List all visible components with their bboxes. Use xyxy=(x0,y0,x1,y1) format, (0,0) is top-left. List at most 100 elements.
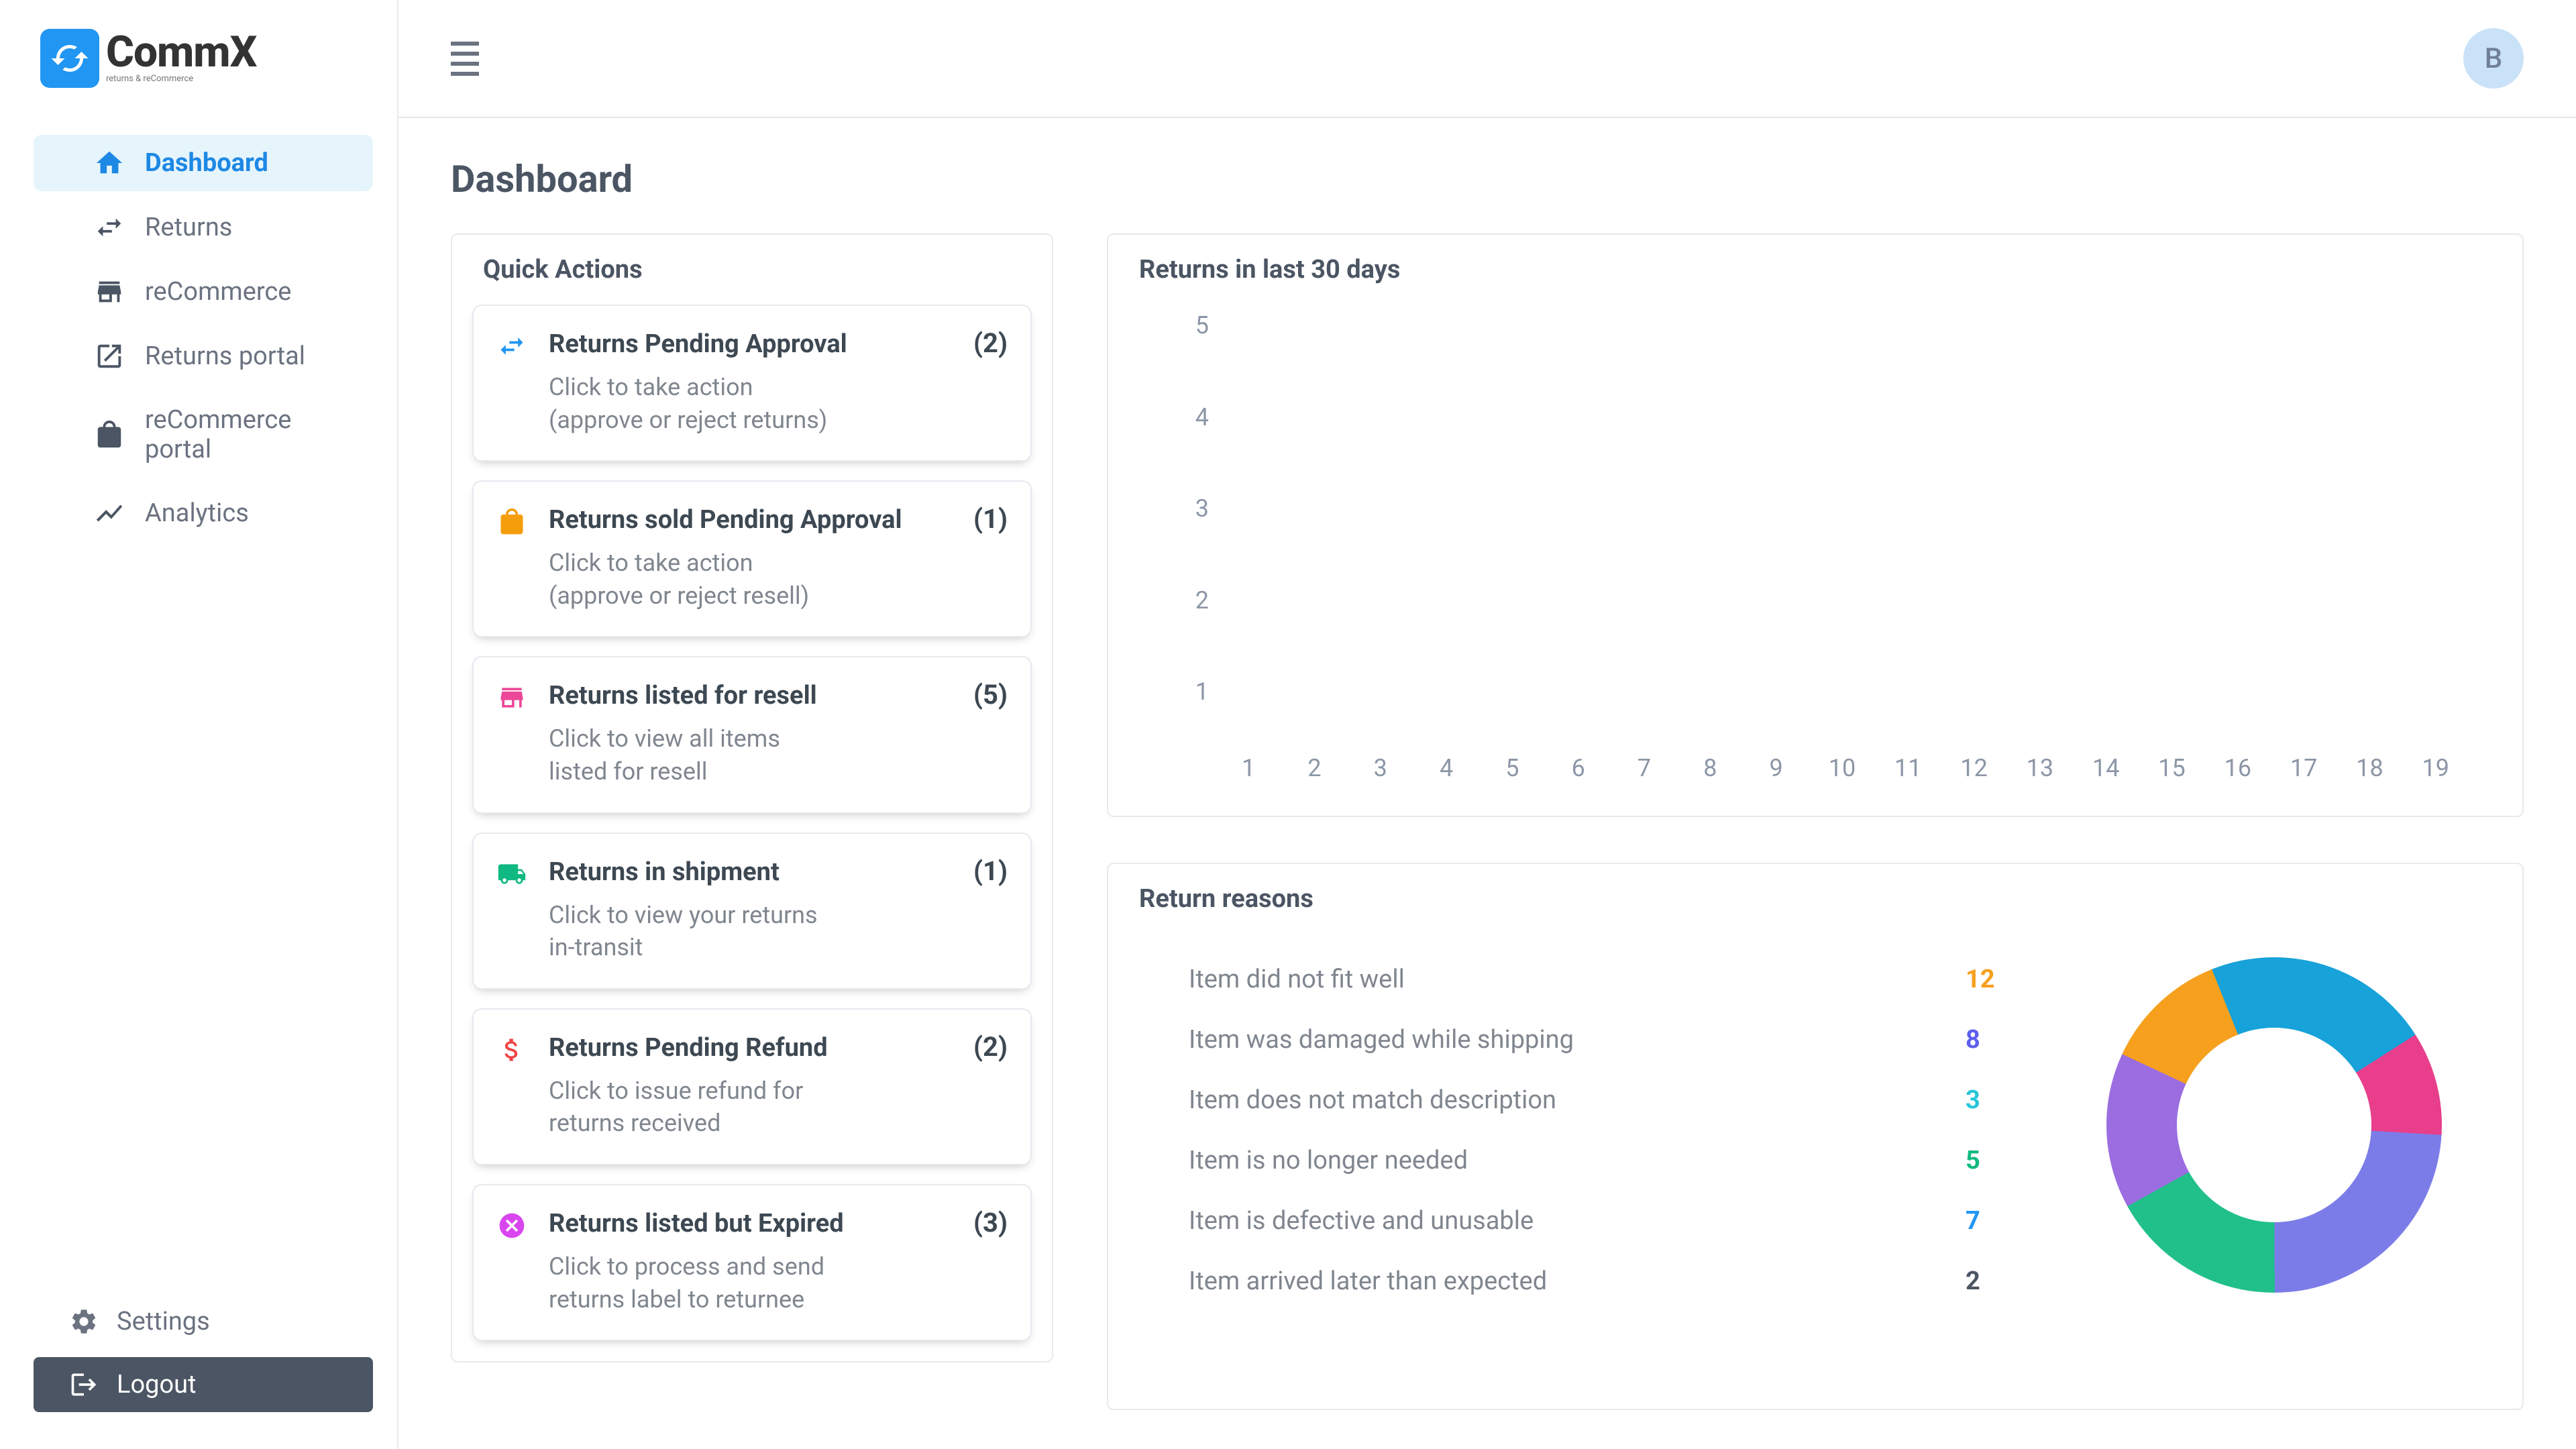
reason-row: Item arrived later than expected 2 xyxy=(1189,1267,2039,1296)
quick-action-title: Returns listed but Expired xyxy=(549,1209,960,1238)
quick-action-title: Returns in shipment xyxy=(549,857,960,887)
swap-icon xyxy=(496,327,527,436)
logout-icon xyxy=(68,1370,99,1399)
sidebar-item-dashboard[interactable]: Dashboard xyxy=(34,135,373,191)
x-circle-icon xyxy=(496,1207,527,1316)
sidebar-item-analytics[interactable]: Analytics xyxy=(34,485,373,541)
x-tick: 13 xyxy=(2007,754,2073,782)
y-tick: 5 xyxy=(1195,311,1209,339)
chart-title: Returns in last 30 days xyxy=(1108,235,2522,305)
reason-value: 8 xyxy=(1966,1025,2039,1055)
quick-action-pending-refund[interactable]: Returns Pending Refund(2)Click to issue … xyxy=(472,1008,1032,1165)
reason-label: Item is no longer needed xyxy=(1189,1146,1945,1175)
avatar[interactable]: B xyxy=(2463,28,2524,89)
reason-row: Item is no longer needed 5 xyxy=(1189,1146,2039,1175)
quick-action-expired[interactable]: Returns listed but Expired (3) Click to pr… xyxy=(472,1184,1032,1341)
reasons-title: Return reasons xyxy=(1108,864,2522,934)
reason-label: Item does not match description xyxy=(1189,1085,1945,1115)
sidebar-item-label: Dashboard xyxy=(145,148,268,178)
quick-action-count: (5) xyxy=(973,679,1008,710)
quick-action-subtitle: Click to issue refund forreturns receive… xyxy=(549,1075,1008,1140)
sidebar-nav: Dashboard Returns reCommerce Returns por… xyxy=(0,135,398,549)
reason-row: Item was damaged while shipping 8 xyxy=(1189,1025,2039,1055)
quick-action-subtitle: Click to process and sendreturns label t… xyxy=(549,1250,1008,1316)
x-tick: 19 xyxy=(2403,754,2469,782)
reason-value: 5 xyxy=(1966,1146,2039,1175)
store-icon xyxy=(496,679,527,788)
x-tick: 16 xyxy=(2205,754,2271,782)
x-tick: 18 xyxy=(2337,754,2402,782)
reason-value: 3 xyxy=(1966,1085,2039,1115)
sidebar-item-label: Logout xyxy=(117,1370,197,1399)
chart-y-axis: 5 4 3 2 1 xyxy=(1162,311,1209,706)
truck-icon xyxy=(496,855,527,964)
quick-action-pending-approval[interactable]: Returns Pending Approval(2)Click to take… xyxy=(472,305,1032,462)
quick-actions-title: Quick Actions xyxy=(452,235,1052,305)
y-tick: 3 xyxy=(1195,494,1209,523)
reason-label: Item did not fit well xyxy=(1189,965,1945,994)
quick-action-listed-resell[interactable]: Returns listed for resell (5) Click to vie… xyxy=(472,656,1032,813)
sidebar-item-label: Returns portal xyxy=(145,341,305,371)
chart-bars xyxy=(1216,311,2469,727)
hamburger-icon[interactable] xyxy=(451,42,479,76)
sidebar-item-label: reCommerce xyxy=(145,277,291,307)
logo[interactable]: CommX returns & reCommerce xyxy=(0,29,398,135)
logo-icon xyxy=(40,29,99,88)
x-tick: 11 xyxy=(1875,754,1941,782)
x-tick: 5 xyxy=(1479,754,1545,782)
sidebar-item-label: reCommerce portal xyxy=(145,405,353,464)
sidebar-item-returns-portal[interactable]: Returns portal xyxy=(34,328,373,384)
x-tick: 4 xyxy=(1413,754,1479,782)
reason-value: 2 xyxy=(1966,1267,2039,1296)
x-tick: 2 xyxy=(1281,754,1347,782)
store-icon xyxy=(94,276,125,307)
reason-row: Item is defective and unusable7 xyxy=(1189,1206,2039,1236)
quick-action-subtitle: Click to view all itemslisted for resell xyxy=(549,722,1008,788)
quick-action-count: (2) xyxy=(973,1031,1008,1063)
quick-action-title: Returns listed for resell xyxy=(549,681,960,710)
sidebar-item-recommerce[interactable]: reCommerce xyxy=(34,264,373,320)
x-tick: 15 xyxy=(2139,754,2204,782)
sidebar-settings[interactable]: Settings xyxy=(34,1294,373,1349)
x-tick: 7 xyxy=(1611,754,1677,782)
sidebar-logout[interactable]: Logout xyxy=(34,1357,373,1412)
reason-label: Item arrived later than expected xyxy=(1189,1267,1945,1296)
quick-action-count: (1) xyxy=(973,855,1008,887)
quick-action-subtitle: Click to view your returnsin-transit xyxy=(549,899,1008,964)
quick-action-sold-pending[interactable]: Returns sold Pending Approval(1)Click to… xyxy=(472,480,1032,637)
y-tick: 1 xyxy=(1195,678,1209,706)
chart-panel: Returns in last 30 days 54321 1234567891… xyxy=(1107,233,2524,817)
x-tick: 10 xyxy=(1809,754,1875,782)
page-title: Dashboard xyxy=(451,157,2524,201)
external-link-icon xyxy=(94,341,125,372)
x-tick: 9 xyxy=(1743,754,1809,782)
logo-text: CommX xyxy=(106,33,256,72)
gear-icon xyxy=(68,1307,99,1336)
y-tick: 2 xyxy=(1195,586,1209,614)
sidebar-item-label: Settings xyxy=(117,1307,210,1336)
quick-action-subtitle: Click to take action(approve or reject r… xyxy=(549,371,1008,436)
y-tick: 4 xyxy=(1195,403,1209,431)
bag-icon xyxy=(496,503,527,612)
bag-icon xyxy=(94,419,125,450)
reasons-panel: Return reasons Item did not fit well12It… xyxy=(1107,863,2524,1410)
logo-tagline: returns & reCommerce xyxy=(106,74,256,84)
reason-label: Item was damaged while shipping xyxy=(1189,1025,1945,1055)
sidebar: CommX returns & reCommerce Dashboard Ret… xyxy=(0,0,398,1449)
x-tick: 17 xyxy=(2271,754,2337,782)
home-icon xyxy=(94,148,125,178)
x-tick: 12 xyxy=(1941,754,2006,782)
reason-label: Item is defective and unusable xyxy=(1189,1206,1945,1236)
sidebar-item-label: Analytics xyxy=(145,498,249,528)
quick-action-subtitle: Click to take action(approve or reject r… xyxy=(549,547,1008,612)
quick-action-in-shipment[interactable]: Returns in shipment (1) Click to view your… xyxy=(472,833,1032,989)
quick-actions-panel: Quick Actions Returns Pending Approval(2… xyxy=(451,233,1053,1362)
x-tick: 1 xyxy=(1216,754,1281,782)
quick-action-count: (1) xyxy=(973,503,1008,535)
quick-action-count: (3) xyxy=(973,1207,1008,1238)
x-tick: 3 xyxy=(1348,754,1413,782)
sidebar-item-returns[interactable]: Returns xyxy=(34,199,373,256)
sidebar-item-recommerce-portal[interactable]: reCommerce portal xyxy=(34,392,373,477)
avatar-initial: B xyxy=(2485,42,2503,75)
x-tick: 6 xyxy=(1546,754,1611,782)
